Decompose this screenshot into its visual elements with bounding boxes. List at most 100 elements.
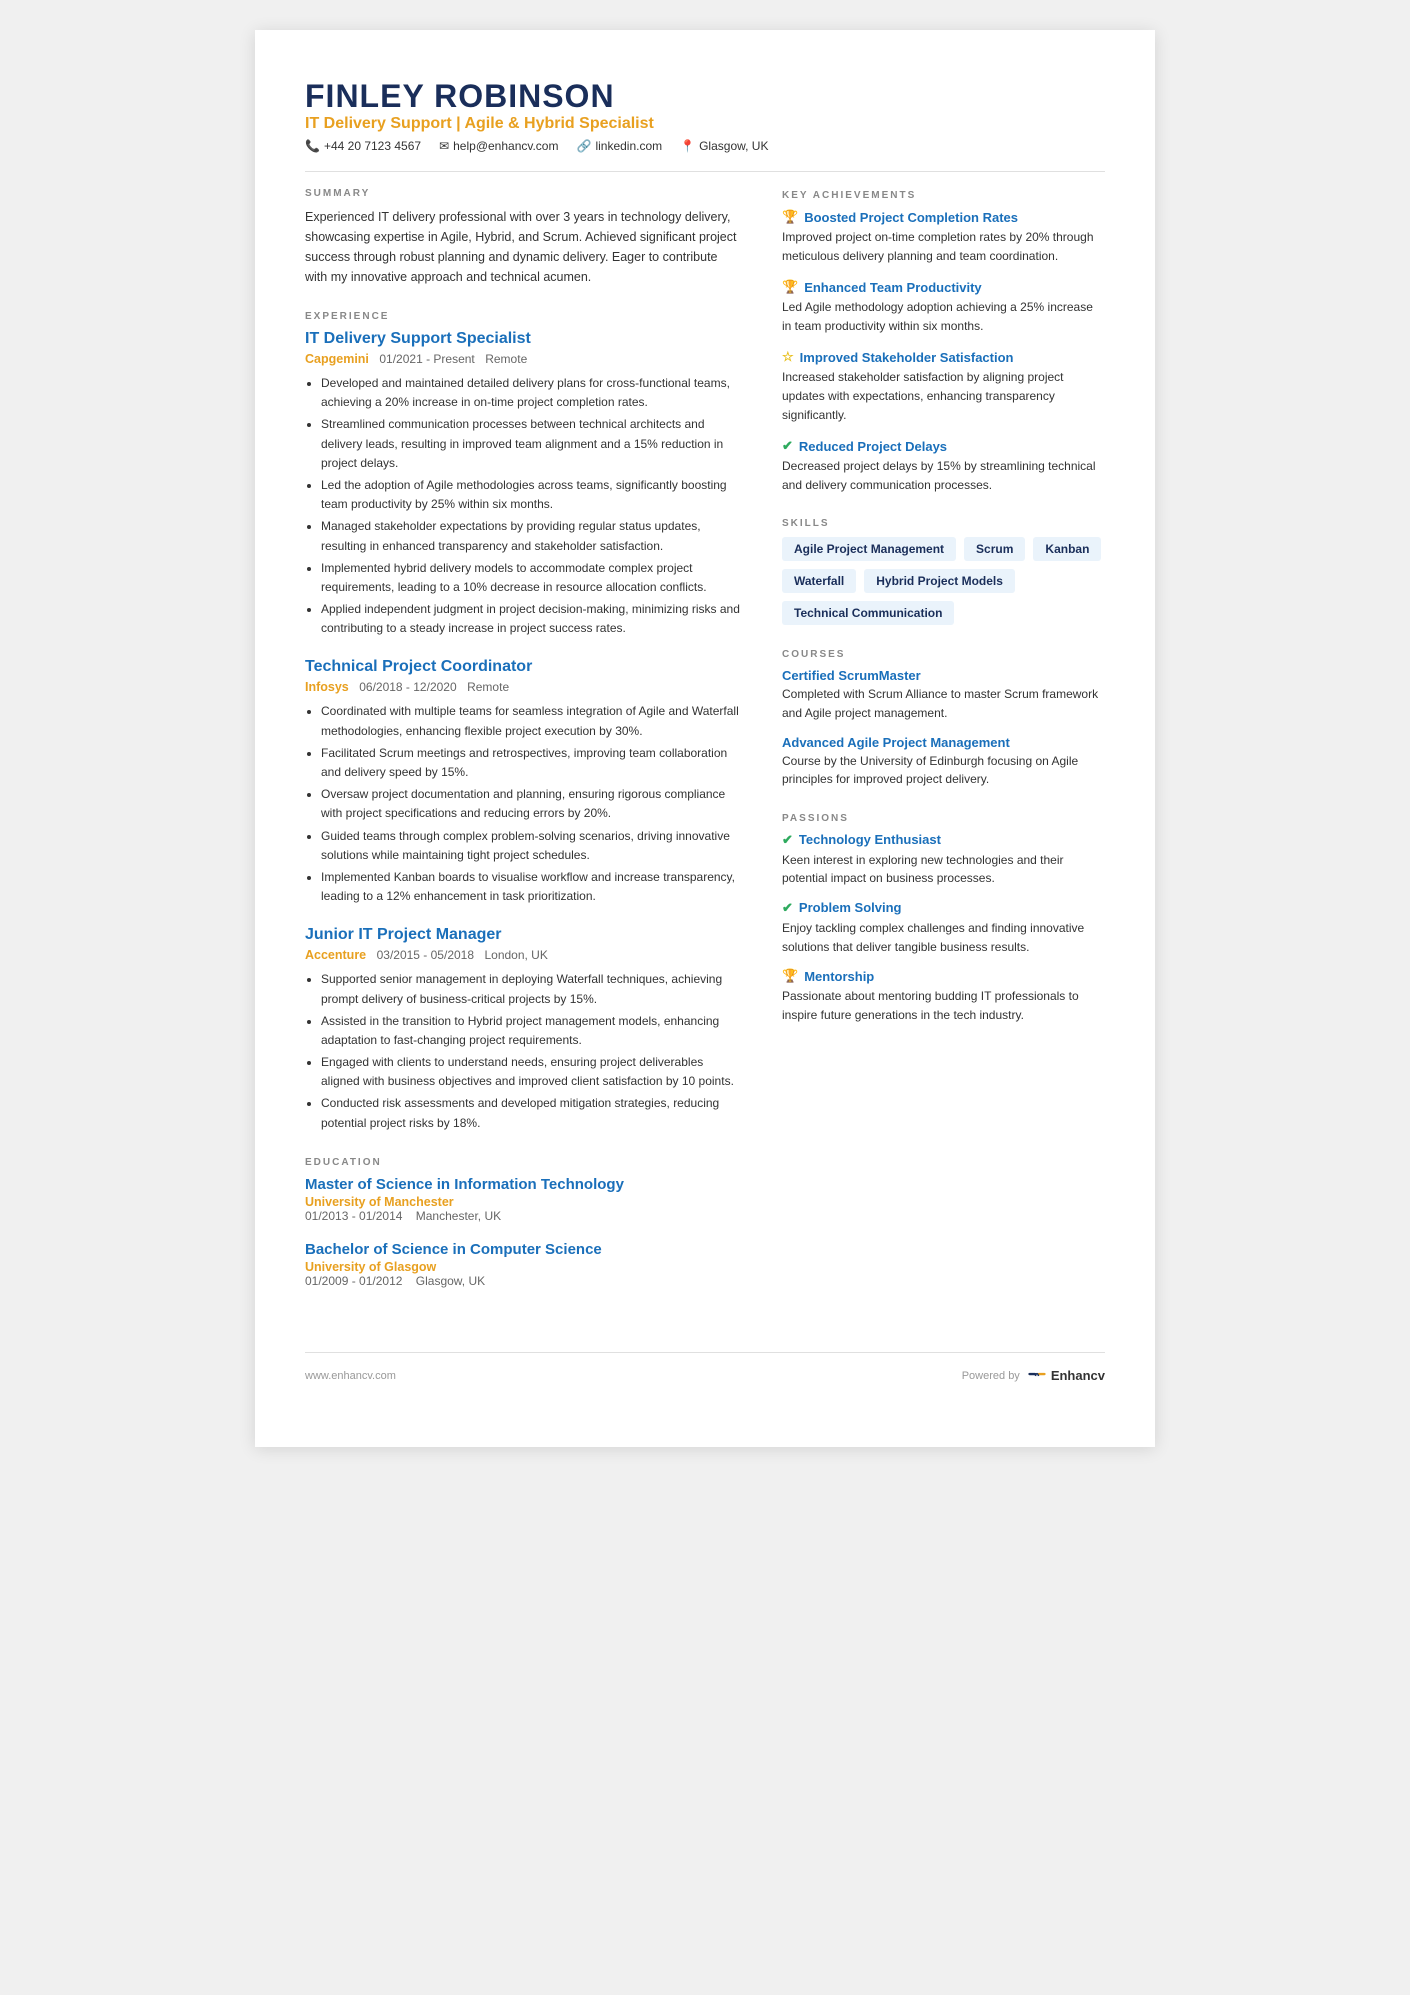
experience-section: EXPERIENCE IT Delivery Support Specialis… [305, 311, 742, 1133]
header: FINLEY ROBINSON IT Delivery Support | Ag… [305, 78, 1105, 153]
job-3-location: London, UK [484, 948, 547, 962]
list-item: Facilitated Scrum meetings and retrospec… [321, 744, 742, 782]
linkedin: 🔗 linkedin.com [576, 139, 662, 153]
list-item: Supported senior management in deploying… [321, 970, 742, 1008]
skills-label: SKILLS [782, 518, 1105, 529]
email: ✉ help@enhancv.com [439, 139, 558, 153]
achievement-3: ☆ Improved Stakeholder Satisfaction Incr… [782, 349, 1105, 424]
passions-label: PASSIONS [782, 813, 1105, 824]
candidate-name: FINLEY ROBINSON [305, 78, 1105, 115]
list-item: Implemented Kanban boards to visualise w… [321, 868, 742, 906]
job-3-company: Accenture [305, 948, 366, 962]
edu-2-school: University of Glasgow [305, 1260, 742, 1274]
list-item: Developed and maintained detailed delive… [321, 374, 742, 412]
job-1-bullets: Developed and maintained detailed delive… [305, 374, 742, 638]
course-2-text: Course by the University of Edinburgh fo… [782, 752, 1105, 789]
left-column: SUMMARY Experienced IT delivery professi… [305, 188, 742, 1312]
passion-2: ✔ Problem Solving Enjoy tackling complex… [782, 900, 1105, 956]
achievement-4-title: ✔ Reduced Project Delays [782, 438, 1105, 454]
enhancv-logo: Enhancv [1026, 1365, 1105, 1387]
list-item: Oversaw project documentation and planni… [321, 785, 742, 823]
passion-1-text: Keen interest in exploring new technolog… [782, 851, 1105, 888]
passion-3-title: 🏆 Mentorship [782, 968, 1105, 984]
main-content: SUMMARY Experienced IT delivery professi… [305, 188, 1105, 1312]
edu-1: Master of Science in Information Technol… [305, 1176, 742, 1223]
skill-5: Technical Communication [782, 601, 954, 625]
passion-1-title: ✔ Technology Enthusiast [782, 832, 1105, 848]
trophy2-icon: 🏆 [782, 279, 798, 295]
achievement-2-text: Led Agile methodology adoption achieving… [782, 298, 1105, 335]
courses-section: COURSES Certified ScrumMaster Completed … [782, 649, 1105, 788]
footer-website: www.enhancv.com [305, 1370, 396, 1382]
achievement-1: 🏆 Boosted Project Completion Rates Impro… [782, 209, 1105, 265]
edu-1-meta: 01/2013 - 01/2014 Manchester, UK [305, 1209, 742, 1223]
check-icon: ✔ [782, 438, 793, 454]
achievement-4-text: Decreased project delays by 15% by strea… [782, 457, 1105, 494]
list-item: Assisted in the transition to Hybrid pro… [321, 1012, 742, 1050]
course-1-text: Completed with Scrum Alliance to master … [782, 685, 1105, 722]
achievements-section: KEY ACHIEVEMENTS 🏆 Boosted Project Compl… [782, 190, 1105, 494]
check2-icon: ✔ [782, 832, 793, 848]
job-1-location: Remote [485, 352, 527, 366]
summary-section: SUMMARY Experienced IT delivery professi… [305, 188, 742, 287]
summary-label: SUMMARY [305, 188, 742, 199]
job-2-bullets: Coordinated with multiple teams for seam… [305, 702, 742, 906]
list-item: Engaged with clients to understand needs… [321, 1053, 742, 1091]
contact-info: 📞 +44 20 7123 4567 ✉ help@enhancv.com 🔗 … [305, 139, 1105, 153]
edu-2: Bachelor of Science in Computer Science … [305, 1241, 742, 1288]
achievement-3-text: Increased stakeholder satisfaction by al… [782, 368, 1105, 424]
passions-section: PASSIONS ✔ Technology Enthusiast Keen in… [782, 813, 1105, 1025]
passion-2-title: ✔ Problem Solving [782, 900, 1105, 916]
list-item: Applied independent judgment in project … [321, 600, 742, 638]
list-item: Managed stakeholder expectations by prov… [321, 517, 742, 555]
job-3: Junior IT Project Manager Accenture 03/2… [305, 926, 742, 1133]
edu-2-degree: Bachelor of Science in Computer Science [305, 1241, 742, 1258]
footer: www.enhancv.com Powered by Enhancv [305, 1352, 1105, 1387]
footer-powered: Powered by Enhancv [962, 1365, 1105, 1387]
job-2-meta: Infosys 06/2018 - 12/2020 Remote [305, 678, 742, 696]
candidate-title: IT Delivery Support | Agile & Hybrid Spe… [305, 115, 1105, 133]
job-1-company: Capgemini [305, 352, 369, 366]
job-3-title: Junior IT Project Manager [305, 926, 742, 944]
achievement-3-title: ☆ Improved Stakeholder Satisfaction [782, 349, 1105, 365]
star-icon: ☆ [782, 349, 794, 365]
course-1-title: Certified ScrumMaster [782, 668, 1105, 683]
list-item: Guided teams through complex problem-sol… [321, 827, 742, 865]
skills-section: SKILLS Agile Project Management Scrum Ka… [782, 518, 1105, 625]
skills-grid: Agile Project Management Scrum Kanban Wa… [782, 537, 1105, 625]
achievement-2: 🏆 Enhanced Team Productivity Led Agile m… [782, 279, 1105, 335]
course-1: Certified ScrumMaster Completed with Scr… [782, 668, 1105, 722]
passion-3-text: Passionate about mentoring budding IT pr… [782, 987, 1105, 1024]
list-item: Streamlined communication processes betw… [321, 415, 742, 473]
achievement-2-title: 🏆 Enhanced Team Productivity [782, 279, 1105, 295]
achievement-4: ✔ Reduced Project Delays Decreased proje… [782, 438, 1105, 494]
skill-4: Hybrid Project Models [864, 569, 1015, 593]
mentorship-icon: 🏆 [782, 968, 798, 984]
job-2-location: Remote [467, 680, 509, 694]
location-icon: 📍 [680, 139, 695, 153]
list-item: Conducted risk assessments and developed… [321, 1094, 742, 1132]
job-1-period: 01/2021 - Present [379, 352, 474, 366]
experience-label: EXPERIENCE [305, 311, 742, 322]
job-1-meta: Capgemini 01/2021 - Present Remote [305, 350, 742, 368]
passion-2-text: Enjoy tackling complex challenges and fi… [782, 919, 1105, 956]
header-divider [305, 171, 1105, 172]
edu-1-degree: Master of Science in Information Technol… [305, 1176, 742, 1193]
job-3-meta: Accenture 03/2015 - 05/2018 London, UK [305, 946, 742, 964]
achievement-1-title: 🏆 Boosted Project Completion Rates [782, 209, 1105, 225]
skill-1: Scrum [964, 537, 1025, 561]
skill-2: Kanban [1033, 537, 1101, 561]
achievement-1-text: Improved project on-time completion rate… [782, 228, 1105, 265]
edu-2-meta: 01/2009 - 01/2012 Glasgow, UK [305, 1274, 742, 1288]
job-2: Technical Project Coordinator Infosys 06… [305, 658, 742, 906]
skill-3: Waterfall [782, 569, 856, 593]
education-label: EDUCATION [305, 1157, 742, 1168]
linkedin-icon: 🔗 [576, 139, 591, 153]
job-3-period: 03/2015 - 05/2018 [377, 948, 474, 962]
location: 📍 Glasgow, UK [680, 139, 768, 153]
achievements-label: KEY ACHIEVEMENTS [782, 190, 1105, 201]
job-2-period: 06/2018 - 12/2020 [359, 680, 456, 694]
check3-icon: ✔ [782, 900, 793, 916]
summary-text: Experienced IT delivery professional wit… [305, 207, 742, 287]
job-1: IT Delivery Support Specialist Capgemini… [305, 330, 742, 638]
